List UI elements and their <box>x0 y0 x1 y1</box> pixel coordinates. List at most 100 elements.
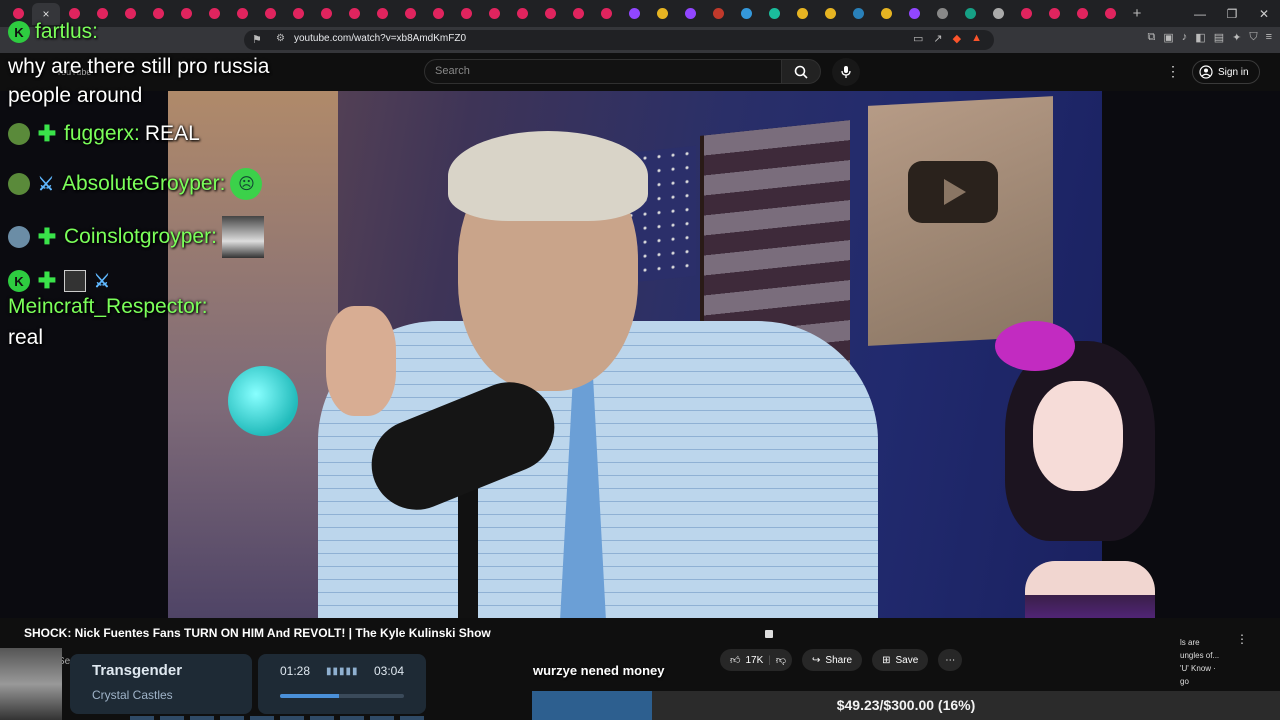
song-artist: Crystal Castles <box>92 688 173 702</box>
sword-badge-icon: ⚔ <box>37 173 55 194</box>
voice-search-button[interactable] <box>832 58 860 86</box>
settings-menu-icon[interactable]: ⋮ <box>1166 63 1180 80</box>
site-info-icon[interactable]: ⚙ <box>276 33 285 44</box>
search-button[interactable] <box>781 59 821 84</box>
chat-username: Meincraft_Respector: <box>8 295 208 318</box>
plaque-play-icon <box>908 161 998 223</box>
related-menu-icon[interactable]: ⋮ <box>1236 632 1248 646</box>
tab-youtube[interactable] <box>116 4 144 24</box>
tab-twitch[interactable] <box>620 4 648 24</box>
cast-icon[interactable]: ▭ <box>913 32 923 45</box>
vtuber-face <box>1033 381 1123 491</box>
omnibox[interactable]: ⚑ ⚙ youtube.com/watch?v=xb8AmdKmFZ0 ▭ ↗ … <box>244 30 994 50</box>
new-tab-button[interactable]: + <box>1124 5 1150 22</box>
chat-username: AbsoluteGroyper: <box>62 172 226 195</box>
tab-youtube[interactable] <box>536 4 564 24</box>
tab-youtube[interactable] <box>1096 4 1124 24</box>
like-dislike-group: 👍︎ 17K | 👎︎ <box>720 649 793 671</box>
tab-youtube[interactable] <box>424 4 452 24</box>
song-progress-track <box>280 694 404 698</box>
chat-text: real <box>8 326 44 349</box>
tab-site[interactable] <box>956 4 984 24</box>
donation-goal-text: $49.23/$300.00 (16%) <box>836 697 976 713</box>
screen: × + — ❐ ✕ ⚑ ⚙ youtube.com/watch?v=xb8Amd… <box>0 0 1280 720</box>
tab-site[interactable] <box>816 4 844 24</box>
tab-youtube[interactable] <box>592 4 620 24</box>
chat-text: REAL <box>144 122 200 145</box>
tab-youtube[interactable] <box>312 4 340 24</box>
like-count[interactable]: 17K <box>745 655 763 666</box>
tab-twitch[interactable] <box>900 4 928 24</box>
tab-site[interactable] <box>648 4 676 24</box>
maximize-button[interactable]: ❐ <box>1216 0 1248 27</box>
album-art <box>0 648 62 720</box>
window-controls: — ❐ ✕ <box>1184 0 1280 27</box>
share-button[interactable]: ↪ Share <box>802 649 863 671</box>
extension-icon[interactable]: ⧉ <box>1148 31 1156 44</box>
search-icon <box>794 65 808 79</box>
frog-emote-icon: ☹ <box>230 168 263 200</box>
tab-youtube[interactable] <box>396 4 424 24</box>
video-person-hair <box>448 131 648 221</box>
frog-badge-icon <box>8 173 30 195</box>
bookmark-add-icon: ⊞ <box>882 654 891 666</box>
close-tab-icon[interactable]: × <box>42 7 49 21</box>
tab-youtube[interactable] <box>1012 4 1040 24</box>
tab-youtube[interactable] <box>1040 4 1068 24</box>
omnibox-actions: ▭ ↗ ◆ ▲ <box>913 32 982 45</box>
tab-site[interactable] <box>872 4 900 24</box>
widget-decor-strip <box>130 716 430 720</box>
tab-youtube[interactable] <box>480 4 508 24</box>
tab-youtube[interactable] <box>284 4 312 24</box>
donation-goal-bar: $49.23/$300.00 (16%) <box>532 691 1280 720</box>
tab-youtube[interactable] <box>564 4 592 24</box>
tab-youtube[interactable] <box>256 4 284 24</box>
tab-youtube[interactable] <box>1068 4 1096 24</box>
close-window-button[interactable]: ✕ <box>1248 0 1280 27</box>
sidebar-icon[interactable]: ◧ <box>1195 31 1205 44</box>
sword-badge-icon: ⚔ <box>93 270 111 291</box>
tab-twitch[interactable] <box>676 4 704 24</box>
vpn-icon[interactable]: ⛉ <box>1249 31 1257 44</box>
tab-site[interactable] <box>928 4 956 24</box>
wallet-icon[interactable]: ▤ <box>1214 31 1224 44</box>
menu-icon[interactable]: ≡ <box>1266 31 1272 44</box>
vtuber-witch-hat <box>995 321 1075 371</box>
search-input[interactable]: Search <box>424 59 782 84</box>
extension-icon[interactable]: ▣ <box>1163 31 1173 44</box>
tab-site[interactable] <box>788 4 816 24</box>
dislike-icon[interactable]: 👎︎ <box>776 654 786 666</box>
share-page-icon[interactable]: ↗ <box>933 32 942 45</box>
tab-youtube[interactable] <box>172 4 200 24</box>
sign-in-button[interactable]: Sign in <box>1192 60 1260 84</box>
minimize-button[interactable]: — <box>1184 0 1216 27</box>
tab-site[interactable] <box>732 4 760 24</box>
media-icon[interactable]: ♪ <box>1182 31 1188 44</box>
tab-site[interactable] <box>984 4 1012 24</box>
song-total-time: 03:04 <box>373 664 404 678</box>
tab-youtube[interactable] <box>228 4 256 24</box>
more-actions-button[interactable]: ⋯ <box>938 649 963 671</box>
tab-site[interactable] <box>704 4 732 24</box>
brave-rewards-icon[interactable]: ▲ <box>971 32 982 45</box>
tab-youtube[interactable] <box>368 4 396 24</box>
box-badge-icon <box>64 270 86 292</box>
tab-site[interactable] <box>760 4 788 24</box>
tab-youtube[interactable] <box>508 4 536 24</box>
save-button[interactable]: ⊞ Save <box>872 649 929 671</box>
plus-badge-icon: ✚ <box>37 121 57 146</box>
tab-youtube[interactable] <box>340 4 368 24</box>
extensions-puzzle-icon[interactable]: ✦ <box>1232 31 1241 44</box>
chat-username: Coinslotgroyper: <box>64 225 217 248</box>
kick-badge-icon: K <box>8 21 30 43</box>
url-text[interactable]: youtube.com/watch?v=xb8AmdKmFZ0 <box>294 33 466 44</box>
tab-site[interactable] <box>844 4 872 24</box>
bookmark-icon[interactable]: ⚑ <box>252 33 262 46</box>
microphone-icon <box>841 66 851 78</box>
tab-youtube[interactable] <box>200 4 228 24</box>
tab-youtube[interactable] <box>144 4 172 24</box>
brave-shield-icon[interactable]: ◆ <box>953 32 961 45</box>
tab-youtube[interactable] <box>452 4 480 24</box>
related-video-snippet[interactable]: ls are ungles of... 'U' Know · go <box>1180 636 1219 688</box>
like-icon[interactable]: 👍︎ <box>730 654 740 666</box>
